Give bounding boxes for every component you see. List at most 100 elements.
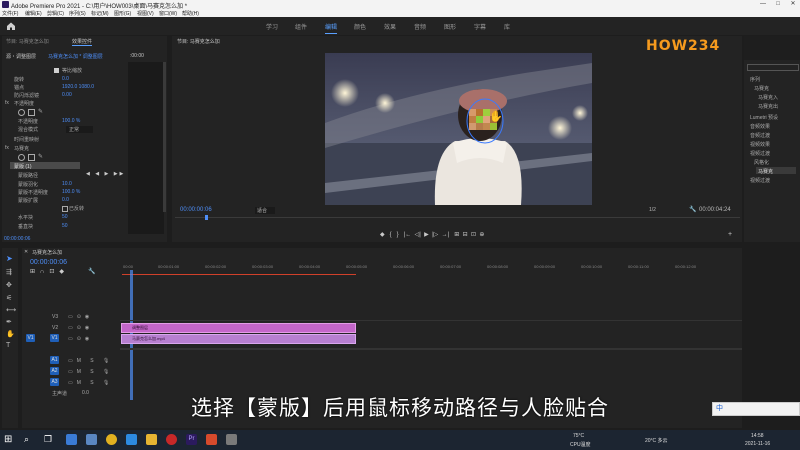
button-editor-icon[interactable]: + [728,231,732,238]
time-remap-label[interactable]: 时间重映射 [14,136,39,143]
program-video-frame[interactable]: ✋ [325,53,592,205]
premiere-taskbar-icon[interactable]: Pr [186,434,197,445]
menu-file[interactable]: 文件(F) [2,10,18,17]
menu-edit[interactable]: 编辑(E) [25,10,42,17]
workspace-tab-editing[interactable]: 编辑 [325,22,338,34]
effect-scrollbar[interactable] [163,62,166,212]
workspace-tab-assembly[interactable]: 组件 [295,22,307,31]
timeline-sequence-tab[interactable]: 马赛克怎么加 [32,249,62,256]
rect-mask-icon[interactable] [28,109,35,116]
a1-track-controls[interactable]: ▭M S 🎙 [68,358,113,364]
effects-item-sequence[interactable]: 序列 [750,76,760,83]
effects-item-mosaic-out[interactable]: 马赛克出 [758,103,778,110]
rotation-value[interactable]: 0.0 [62,76,69,82]
workspace-tab-graphics[interactable]: 图形 [444,22,456,31]
vertical-blocks-value[interactable]: 50 [62,223,68,229]
step-back-button[interactable]: ◁| [415,232,421,238]
search-icon[interactable]: ⌕ [24,434,35,445]
program-time-ruler[interactable] [175,217,740,218]
mask-opacity-value[interactable]: 100.0 % [62,189,80,195]
recorder-icon[interactable] [166,434,177,445]
mask-1-label[interactable]: 蒙版 (1) [14,163,32,170]
menu-marker[interactable]: 标记(M) [91,10,109,17]
workspace-tab-libraries[interactable]: 库 [504,22,510,31]
workspace-tab-learn[interactable]: 学习 [266,22,278,31]
mask-feather-value[interactable]: 10.0 [62,181,72,187]
selection-tool-icon[interactable]: ➤ [6,254,13,263]
mosaic-section-label[interactable]: 马赛克 [14,145,29,152]
v2-track-controls[interactable]: ▭⊙◉ [68,325,93,331]
weather-info[interactable]: 20°C 多云 [645,437,668,444]
razor-tool-icon[interactable]: ⚟ [6,294,12,302]
tab-program-source[interactable]: 节目: 马赛克怎么加 [6,38,49,45]
clip-adjustment-layer[interactable]: 调整图层 [121,323,356,333]
taskbar-app-9-icon[interactable] [226,434,237,445]
effects-item-stylize[interactable]: 风格化 [754,159,769,166]
mosaic-ellipse-mask-icon[interactable] [18,154,25,161]
timeline-ruler[interactable]: 00:00 00:00:01:00 00:00:02:00 00:00:03:0… [120,260,742,276]
timeline-wrench-icon[interactable]: 🔧 [88,268,95,275]
source-v1-patch[interactable]: V1 [26,334,35,342]
taskbar-app-4-icon[interactable] [126,434,137,445]
export-frame-button[interactable]: ⊡ [471,232,476,238]
timeline-timecode[interactable]: 00:00:00:06 [30,259,67,266]
blend-mode-select[interactable]: 正常 [66,126,94,133]
menu-help[interactable]: 帮助(H) [182,10,199,17]
extract-button[interactable]: ⊟ [463,232,468,238]
uniform-scale-checkbox[interactable] [54,68,59,73]
a3-track-controls[interactable]: ▭M S 🎙 [68,380,113,386]
hand-tool-icon[interactable]: ✋ [6,330,15,338]
effects-search-input[interactable] [747,64,799,71]
file-explorer-icon[interactable] [146,434,157,445]
workspace-tab-effects[interactable]: 效果 [384,22,396,31]
workspace-tab-captions[interactable]: 字幕 [474,22,486,31]
program-playhead-timecode[interactable]: 00:00:00:06 [180,207,212,213]
close-button[interactable]: ✕ [786,0,800,9]
opacity-value[interactable]: 100.0 % [62,118,80,124]
horizontal-blocks-value[interactable]: 50 [62,214,68,220]
effects-item-mosaic-effect[interactable]: 马赛克 [758,168,773,175]
mask-path-tracking-buttons[interactable]: ◀ ◀ ▶ ▶▶ [86,171,125,177]
add-marker-button[interactable]: ◆ [380,232,385,238]
pen-mask-icon[interactable]: ✎ [38,108,43,115]
ellipse-mask-icon[interactable] [18,109,25,116]
step-forward-button[interactable]: |▷ [432,232,438,238]
clip-video[interactable]: 马赛克怎么加.mp4 [121,334,356,344]
effects-item-video-transitions[interactable]: 视频过渡 [750,177,770,184]
minimize-button[interactable]: — [756,0,770,9]
play-button[interactable]: ▶ [424,232,429,238]
taskbar-app-8-icon[interactable] [206,434,217,445]
ripple-edit-tool-icon[interactable]: ✥ [6,281,12,289]
compare-button[interactable]: ⊕ [479,232,484,238]
inverted-checkbox[interactable] [62,206,68,212]
lift-button[interactable]: ⊞ [454,232,459,238]
pen-tool-icon[interactable]: ✒ [6,318,12,326]
effects-item-audio-effects[interactable]: 音频效果 [750,123,770,130]
wrench-icon[interactable]: 🔧 [689,206,696,213]
anti-flicker-value[interactable]: 0.00 [62,92,72,98]
v3-track-controls[interactable]: ▭⊙◉ [68,314,93,320]
effect-controls-timecode[interactable]: 00:00:00:06 [4,236,30,242]
program-playhead[interactable] [205,215,208,220]
clock-date[interactable]: 2021-11-16 [745,441,770,447]
home-icon[interactable] [6,21,16,31]
chrome-icon[interactable] [106,434,117,445]
track-v3-label[interactable]: V3 [52,314,58,320]
menu-sequence[interactable]: 序列(S) [69,10,86,17]
track-v1-label[interactable]: V1 [50,334,59,342]
v1-track-controls[interactable]: ▭⊙◉ [68,336,93,342]
maximize-button[interactable]: □ [771,0,785,9]
track-v2-label[interactable]: V2 [52,325,58,331]
track-a1-label[interactable]: A1 [50,356,59,364]
effects-item-video-transitions-folder[interactable]: 视频过渡 [750,150,770,157]
slip-tool-icon[interactable]: ⟷ [6,306,16,314]
track-a3-label[interactable]: A3 [50,378,59,386]
windows-start-icon[interactable]: ⊞ [4,434,15,445]
menu-view[interactable]: 视图(V) [137,10,154,17]
tab-effect-controls[interactable]: 效果控件 [72,38,93,46]
track-select-tool-icon[interactable]: ⇶ [6,268,12,276]
sequence-clip-label[interactable]: 马赛克怎么加 * 调整图层 [48,53,103,60]
effects-item-mosaic-in[interactable]: 马赛克入 [758,94,778,101]
task-view-icon[interactable]: ❐ [44,434,55,445]
mosaic-rect-mask-icon[interactable] [28,154,35,161]
